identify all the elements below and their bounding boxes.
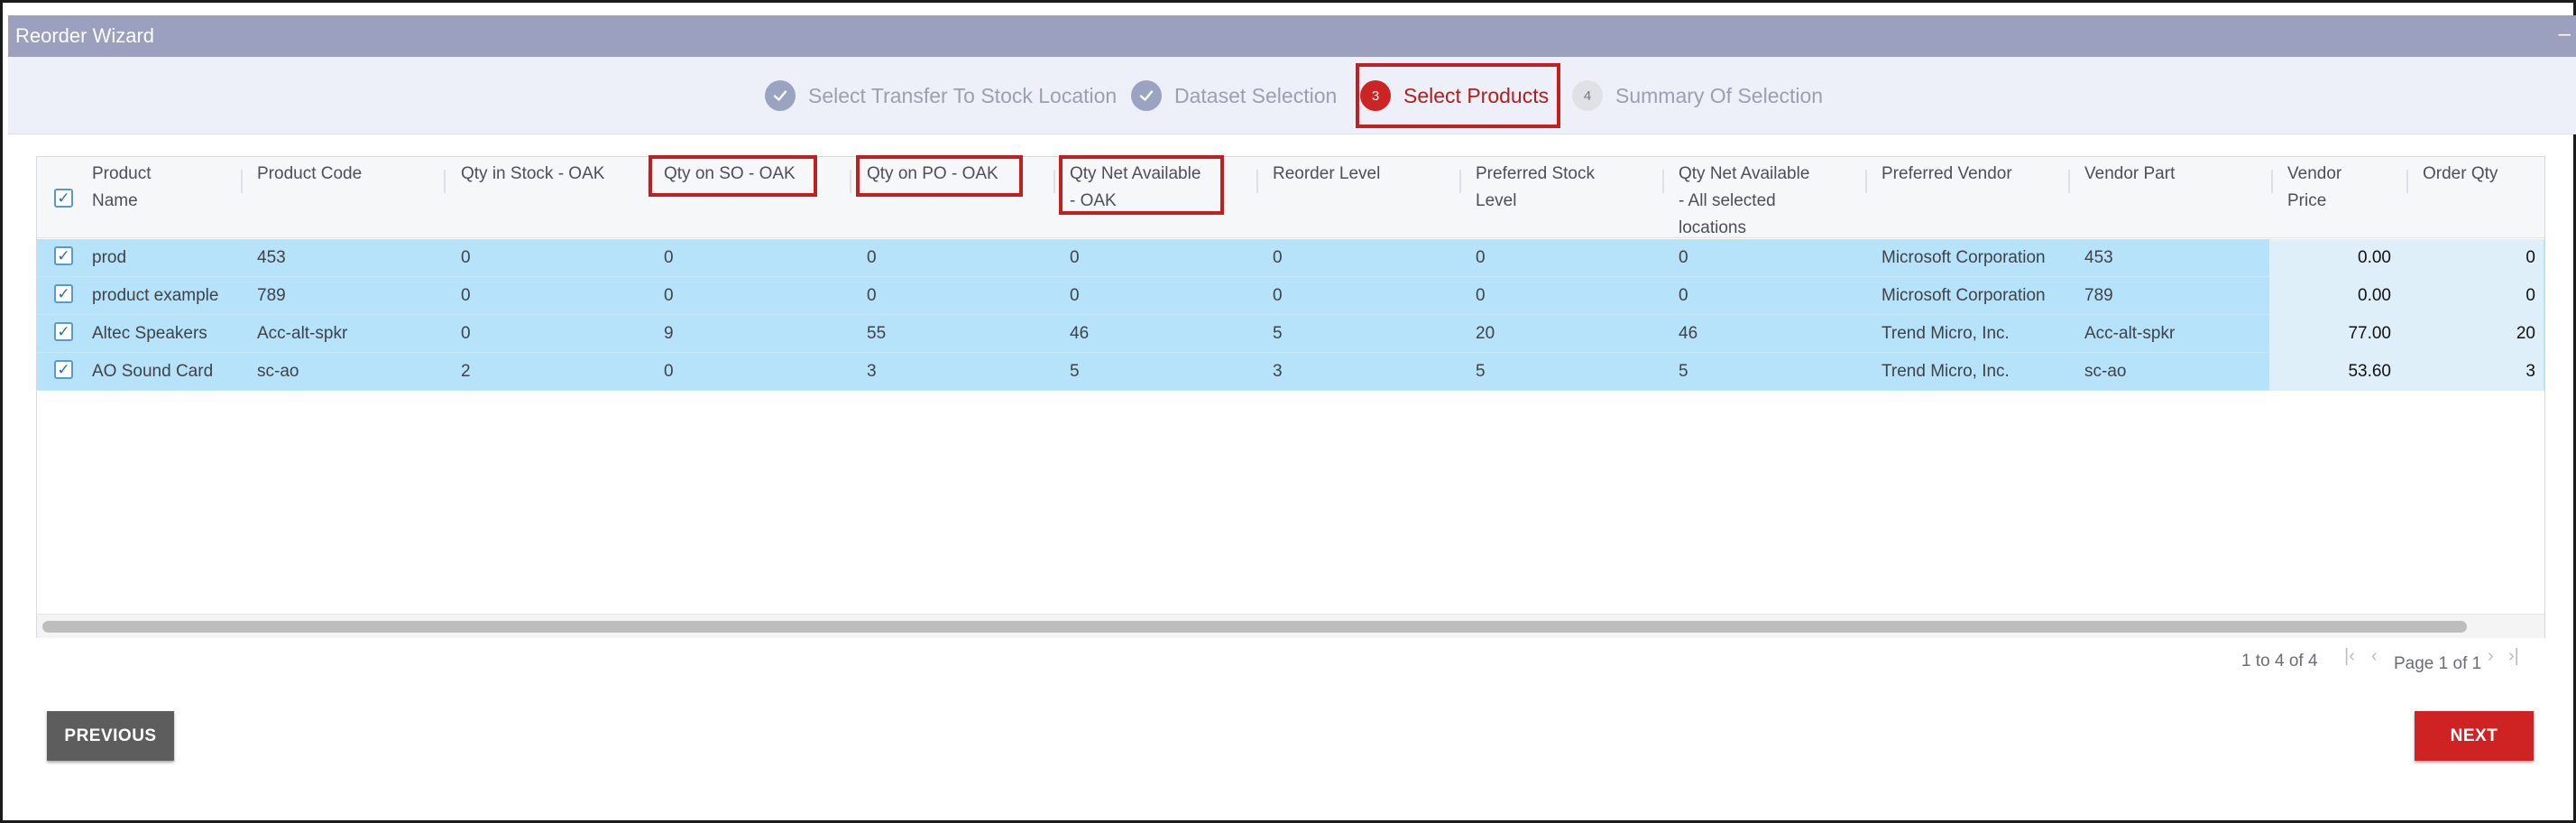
step-done-check-icon — [765, 80, 796, 111]
table-row[interactable]: ✓ Altec Speakers Acc-alt-spkr 0 9 55 46 … — [37, 315, 2544, 353]
column-resize-handle[interactable] — [2406, 170, 2408, 193]
wizard-stepper: Select Transfer To Stock Location Datase… — [8, 57, 2576, 134]
scrollbar-thumb[interactable] — [42, 621, 2467, 633]
page-indicator: Page 1 of 1 — [2394, 654, 2482, 673]
checkmark-icon: ✓ — [57, 285, 70, 302]
reorder-wizard-window: Reorder Wizard – Select Transfer To Stoc… — [0, 0, 2576, 823]
table-row[interactable]: ✓ prod 453 0 0 0 0 0 0 0 Microsoft Corpo… — [37, 239, 2544, 277]
prev-page-icon[interactable]: ‹ — [2371, 646, 2378, 667]
column-header-order-qty[interactable]: Order Qty — [2423, 157, 2498, 238]
column-header-product-name[interactable]: Product Name — [92, 157, 151, 238]
row-checkbox[interactable]: ✓ — [54, 360, 73, 379]
row-checkbox[interactable]: ✓ — [54, 322, 73, 341]
checkmark-icon: ✓ — [57, 361, 70, 378]
step-summary-of-selection[interactable]: 4 Summary Of Selection — [1572, 57, 1823, 134]
vendor-price-cell[interactable]: 0.00 — [2269, 239, 2391, 277]
step-label: Dataset Selection — [1174, 83, 1338, 107]
next-button[interactable]: NEXT — [2415, 711, 2534, 761]
table-row[interactable]: ✓ AO Sound Card sc-ao 2 0 3 5 3 5 5 Tren… — [37, 353, 2544, 391]
order-qty-cell[interactable]: 20 — [2400, 315, 2535, 353]
step-number-badge: 4 — [1572, 80, 1603, 111]
column-resize-handle[interactable] — [2271, 170, 2273, 193]
vendor-price-cell[interactable]: 53.60 — [2269, 353, 2391, 391]
checkmark-icon: ✓ — [57, 323, 70, 340]
column-header-preferred-vendor[interactable]: Preferred Vendor — [1881, 157, 2012, 238]
select-all-checkbox[interactable]: ✓ — [54, 189, 73, 208]
column-resize-handle[interactable] — [1256, 170, 1258, 193]
column-resize-handle[interactable] — [444, 170, 446, 193]
step-dataset-selection[interactable]: Dataset Selection — [1131, 57, 1337, 134]
table-row[interactable]: ✓ product example 789 0 0 0 0 0 0 0 Micr… — [37, 277, 2544, 315]
pagination-range: 1 to 4 of 4 — [2241, 652, 2318, 670]
order-qty-cell[interactable]: 3 — [2400, 353, 2535, 391]
step-label: Select Transfer To Stock Location — [808, 83, 1118, 107]
step-select-transfer-location[interactable]: Select Transfer To Stock Location — [765, 57, 1117, 134]
order-qty-cell[interactable]: 0 — [2400, 277, 2535, 315]
window-title: Reorder Wizard — [15, 24, 155, 47]
window-titlebar: Reorder Wizard – — [8, 15, 2576, 57]
step-label: Summary Of Selection — [1615, 83, 1824, 107]
last-page-icon[interactable]: ›| — [2508, 646, 2519, 667]
checkmark-icon: ✓ — [57, 247, 70, 264]
row-checkbox[interactable]: ✓ — [54, 246, 73, 265]
column-resize-handle[interactable] — [1053, 170, 1055, 193]
grid-header: ✓ Product Name Product Code Qty in Stock… — [37, 157, 2544, 238]
row-checkbox[interactable]: ✓ — [54, 284, 73, 303]
vendor-price-cell[interactable]: 0.00 — [2269, 277, 2391, 315]
vendor-price-cell[interactable]: 77.00 — [2269, 315, 2391, 353]
column-header-qty-in-stock-oak[interactable]: Qty in Stock - OAK — [461, 157, 604, 238]
minimize-icon[interactable]: – — [2559, 14, 2571, 55]
highlight-box-step — [1356, 63, 1560, 128]
column-header-qty-net-available-all[interactable]: Qty Net Available - All selected locatio… — [1679, 157, 1809, 238]
order-qty-cell[interactable]: 0 — [2400, 239, 2535, 277]
column-header-vendor-price[interactable]: Vendor Price — [2287, 157, 2341, 238]
highlight-box-qty-net — [1059, 155, 1224, 215]
highlight-box-qty-so — [649, 155, 817, 197]
column-header-vendor-part[interactable]: Vendor Part — [2084, 157, 2175, 238]
previous-button[interactable]: PREVIOUS — [47, 711, 174, 761]
column-resize-handle[interactable] — [1459, 170, 1461, 193]
highlight-box-qty-po — [856, 155, 1023, 197]
checkmark-icon: ✓ — [57, 190, 70, 207]
products-grid: ✓ Product Name Product Code Qty in Stock… — [36, 156, 2545, 638]
step-done-check-icon — [1131, 80, 1162, 111]
column-resize-handle[interactable] — [1662, 170, 1664, 193]
column-resize-handle[interactable] — [850, 170, 851, 193]
column-header-reorder-level[interactable]: Reorder Level — [1273, 157, 1380, 238]
column-header-product-code[interactable]: Product Code — [257, 157, 362, 238]
horizontal-scrollbar[interactable] — [37, 614, 2544, 638]
column-resize-handle[interactable] — [1865, 170, 1867, 193]
column-resize-handle[interactable] — [2068, 170, 2070, 193]
first-page-icon[interactable]: |‹ — [2344, 646, 2355, 667]
column-header-preferred-stock-level[interactable]: Preferred Stock Level — [1476, 157, 1595, 238]
next-page-icon[interactable]: › — [2488, 646, 2494, 667]
column-resize-handle[interactable] — [241, 170, 243, 193]
